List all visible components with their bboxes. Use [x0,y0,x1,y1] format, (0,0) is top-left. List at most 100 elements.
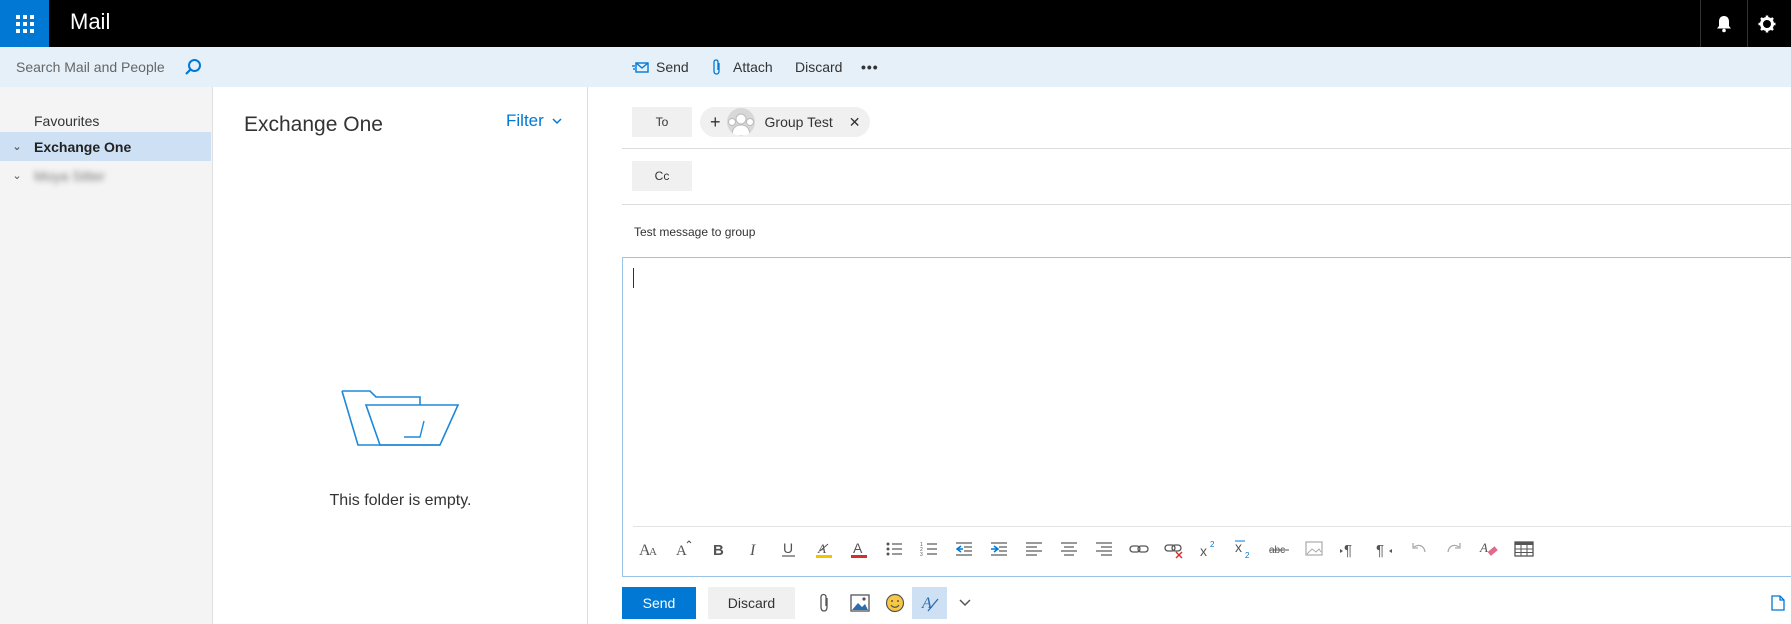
subject-field[interactable]: Test message to group [634,225,755,239]
command-bar: Send Attach Discard ••• [213,47,1791,87]
folder-nav: Favourites ⌄ Exchange One ⌄ Moya Sitter [0,87,213,624]
svg-text:B: B [713,542,724,559]
superscript-icon: x2 [1200,540,1215,559]
underline-icon: U [781,540,795,557]
svg-text:A: A [853,540,863,556]
font-color-icon: A [850,540,867,558]
send-command-label: Send [656,59,689,75]
more-icon: ••• [861,59,879,75]
insert-picture-button[interactable] [842,587,877,619]
subscript-button[interactable]: x2 [1226,534,1261,564]
send-button[interactable]: Send [622,587,696,619]
right-to-left-icon: ¶ [1376,542,1392,559]
table-icon [1513,541,1534,557]
insert-table-button[interactable] [1506,534,1541,564]
subscript-icon: x2 [1234,539,1250,560]
clear-formatting-button[interactable]: A [1471,534,1506,564]
numbering-button[interactable]: 123 [911,534,946,564]
nav-item-account[interactable]: ⌄ Moya Sitter [0,161,211,190]
italic-button[interactable]: I [736,534,771,564]
search-box[interactable]: Search Mail and People [0,47,213,87]
formatting-toggle-button[interactable]: A [912,587,947,619]
chevron-down-icon [552,117,562,124]
favourites-header[interactable]: Favourites [34,113,99,129]
bold-icon: B [713,542,724,559]
font-button[interactable]: AA [631,534,666,564]
svg-text:A: A [817,541,826,556]
align-left-button[interactable] [1016,534,1051,564]
nav-item-label: Moya Sitter [34,167,105,184]
more-options-button[interactable] [947,587,982,619]
document-icon[interactable] [1771,595,1785,611]
close-icon[interactable]: ✕ [849,114,861,131]
underline-button[interactable]: U [771,534,806,564]
send-command[interactable]: Send [632,47,689,87]
paperclip-icon [819,593,828,612]
divider [633,526,1791,527]
redo-button[interactable] [1436,534,1471,564]
mail-app: Mail Search Mail and People Send Attach … [0,0,1791,624]
svg-text:U: U [783,540,793,556]
message-body-editor[interactable]: AA A B I U A A 1 2 3 x 2 x 2 abc ¶ ¶ A [622,257,1791,577]
decrease-indent-button[interactable] [946,534,981,564]
ltr-button[interactable]: ¶ [1331,534,1366,564]
filter-button[interactable]: Filter [506,111,562,131]
remove-link-button[interactable] [1156,534,1191,564]
redo-icon [1446,543,1461,553]
strikethrough-button[interactable]: abc [1261,534,1296,564]
to-button[interactable]: To [632,107,692,137]
unlink-icon [1163,544,1182,559]
align-center-button[interactable] [1051,534,1086,564]
attach-command[interactable]: Attach [711,47,773,87]
attach-button[interactable] [807,587,842,619]
paperclip-icon [713,58,720,75]
insert-picture-inline-button[interactable] [1296,534,1331,564]
svg-text:A: A [1479,540,1488,555]
bell-icon [1717,15,1731,32]
smiley-icon [885,593,904,613]
font-color-button[interactable]: A [841,534,876,564]
svg-text:I: I [749,542,756,559]
cc-button[interactable]: Cc [632,161,692,191]
align-left-icon [1025,542,1042,556]
font-size-button[interactable]: A [666,534,701,564]
waffle-icon [15,14,34,33]
recipient-chip[interactable]: + Group Test ✕ [700,107,871,137]
svg-text:2: 2 [1210,540,1215,549]
chevron-down-icon [958,599,971,607]
insert-link-button[interactable] [1121,534,1156,564]
rtl-button[interactable]: ¶ [1366,534,1401,564]
bullet-list-icon [886,542,902,556]
font-size-icon: A [676,540,691,559]
bullets-button[interactable] [876,534,911,564]
notifications-button[interactable] [1700,0,1747,47]
superscript-button[interactable]: x2 [1191,534,1226,564]
discard-button[interactable]: Discard [708,587,795,619]
bold-button[interactable]: B [701,534,736,564]
italic-icon: I [749,542,756,559]
top-bar: Mail [0,0,1791,47]
more-commands-button[interactable]: ••• [861,47,879,87]
app-launcher-button[interactable] [0,0,49,47]
plus-icon[interactable]: + [710,112,721,133]
chevron-down-icon[interactable]: ⌄ [0,169,34,182]
font-icon: AA [639,542,657,559]
divider [622,148,1791,149]
undo-button[interactable] [1401,534,1436,564]
formatting-toolbar: AA A B I U A A 1 2 3 x 2 x 2 abc ¶ ¶ A [631,534,1541,564]
discard-command-label: Discard [795,59,843,75]
chevron-down-icon[interactable]: ⌄ [0,140,34,153]
search-input[interactable]: Search Mail and People [16,59,165,75]
increase-indent-button[interactable] [981,534,1016,564]
strikethrough-icon: abc [1268,545,1289,556]
compose-actions: Send Discard A [622,587,982,619]
svg-text:A: A [676,543,687,559]
emoji-button[interactable] [877,587,912,619]
discard-command[interactable]: Discard [795,47,842,87]
align-right-button[interactable] [1086,534,1121,564]
settings-button[interactable] [1747,0,1791,47]
svg-text:2: 2 [1245,551,1250,560]
highlight-button[interactable]: A [806,534,841,564]
search-icon[interactable] [184,58,202,76]
nav-item-exchange-one[interactable]: ⌄ Exchange One [0,132,211,161]
